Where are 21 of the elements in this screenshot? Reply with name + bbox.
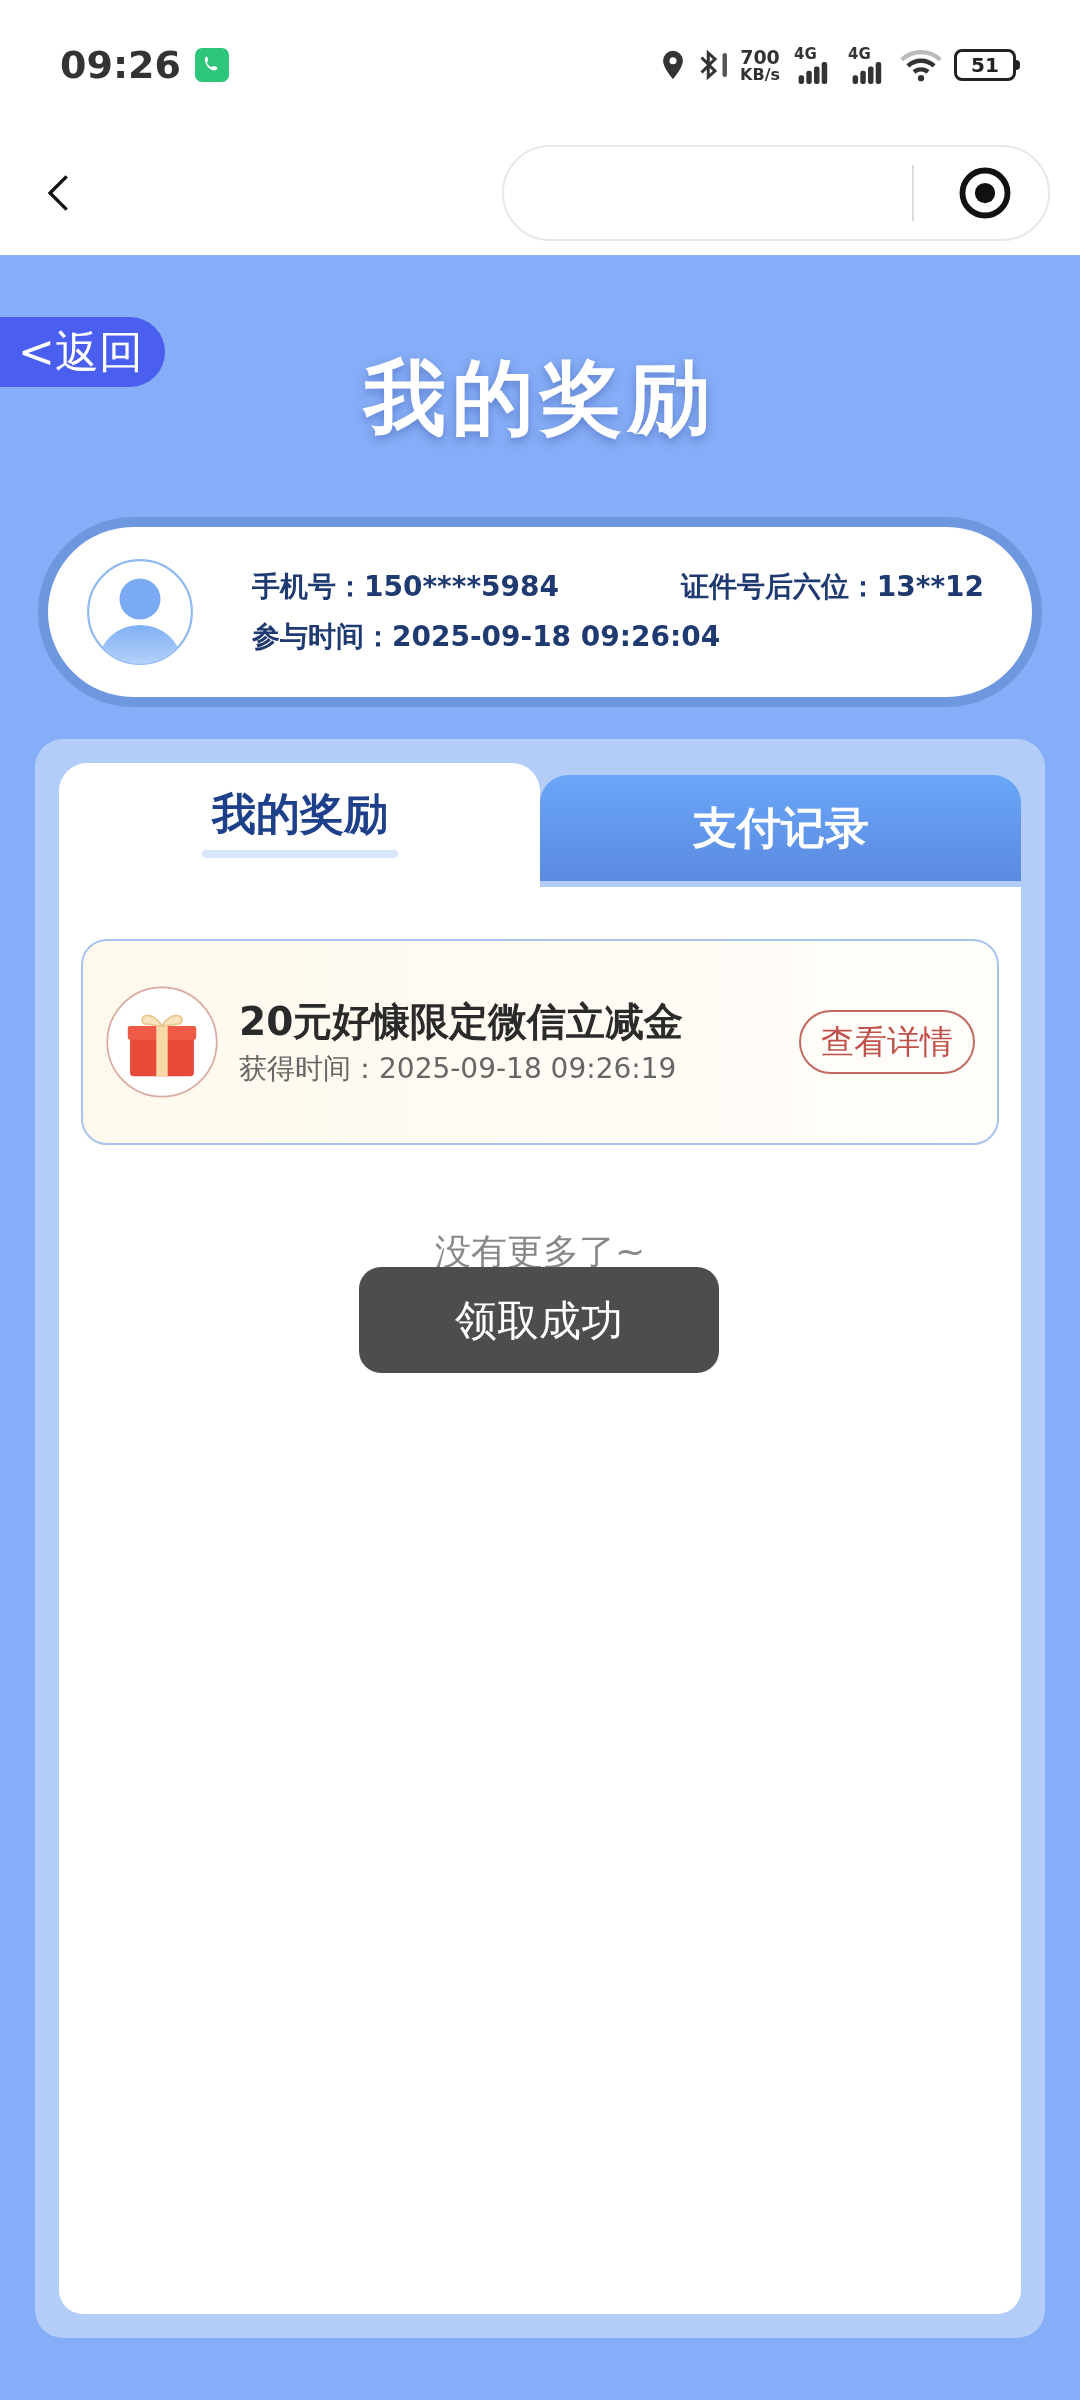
- network-speed: 700: [740, 47, 780, 67]
- avatar-icon: [86, 558, 194, 666]
- reward-name: 20元好慷限定微信立减金: [239, 1001, 685, 1041]
- page-title: 我的奖励: [364, 349, 716, 447]
- toast: 领取成功: [359, 1267, 719, 1373]
- phone-call-icon: [194, 48, 229, 82]
- tab[interactable]: 我的奖励: [59, 763, 540, 887]
- reward-time: 获得时间：2025-09-18 09:26:19: [239, 1054, 678, 1083]
- battery-indicator: 51: [954, 49, 1020, 81]
- target-icon[interactable]: [958, 165, 1012, 220]
- status-time: 09:26: [60, 41, 181, 89]
- id-number: 证件号后六位：13**12: [680, 569, 984, 605]
- phone-number: 手机号：150****5984: [252, 569, 559, 605]
- view-details-button[interactable]: 查看详情: [799, 1010, 975, 1074]
- join-time: 参与时间：2025-09-18 09:26:04: [252, 619, 722, 655]
- gift-icon: [105, 985, 219, 1099]
- speed-unit: KB/s: [740, 66, 780, 83]
- network-type: 4G: [794, 46, 817, 62]
- wifi-icon: [900, 47, 942, 83]
- back-button[interactable]: <返回: [0, 317, 165, 387]
- network-type: 4G: [848, 46, 871, 62]
